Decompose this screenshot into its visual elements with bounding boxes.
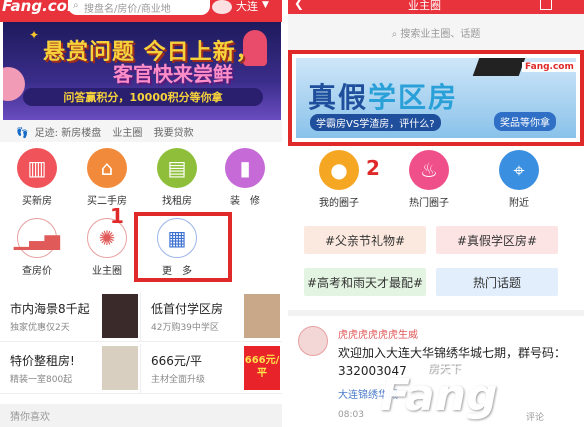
- footprint-link[interactable]: 业主圈: [112, 128, 142, 139]
- chart-icon: ▁▃▅: [14, 218, 60, 258]
- graduation-cap-icon: [472, 58, 526, 76]
- house-icon: ⌂: [87, 148, 127, 188]
- headline-part-a: 真假: [308, 81, 369, 114]
- tile-image: [102, 346, 138, 390]
- chevron-down-icon[interactable]: ▼: [262, 0, 269, 10]
- brand-logo: Fang.com: [522, 62, 576, 72]
- price-badge: 666元/平: [244, 346, 280, 390]
- category-label: 附近: [509, 198, 529, 209]
- grid-label: 查房价: [22, 266, 52, 277]
- tile-image: [102, 294, 138, 338]
- post-username[interactable]: 虎虎虎虎虎虎生威: [338, 326, 418, 341]
- flame-icon: ♨: [409, 150, 449, 190]
- grid-item-buy-used[interactable]: ⌂ 买二手房: [74, 148, 140, 207]
- section-header: 猜你喜欢: [0, 404, 282, 427]
- tile-title: 666元/平: [151, 354, 202, 368]
- grid-label: 买二手房: [87, 196, 127, 207]
- search-bar: ⌕ 搜索业主圈、话题: [288, 14, 584, 50]
- footprint-link[interactable]: 新房楼盘: [61, 128, 101, 139]
- grid-item-rent[interactable]: ▤ 找租房: [144, 148, 210, 207]
- back-arrow-icon[interactable]: ❮: [294, 0, 304, 10]
- search-input[interactable]: ⌕ 搜索业主圈、话题: [288, 22, 584, 42]
- category-label: 我的圈子: [319, 198, 359, 209]
- tile-title: 市内海景8千起: [10, 302, 90, 316]
- post-time: 08:03: [338, 410, 364, 420]
- banner-line-2: 客官快来尝鲜: [113, 62, 233, 86]
- topic-tag[interactable]: 热门话题: [436, 268, 558, 296]
- promo-banner[interactable]: ✦ ✦ 悬赏问题 今日上新， 客官快来尝鲜 问答赢积分，10000积分等你拿: [3, 22, 281, 120]
- feature-grid: ▥ 买新房 ⌂ 买二手房 ▤ 找租房 ▮ 装 修 ▁▃▅ 查房价 ✺ 业主圈 ▦…: [0, 142, 282, 288]
- paint-roller-icon: ▮: [225, 148, 265, 188]
- banner-button[interactable]: 奖品等你拿: [494, 112, 556, 131]
- watermark: Fang: [380, 370, 498, 421]
- avatar[interactable]: [298, 326, 328, 356]
- edit-icon[interactable]: [540, 0, 552, 10]
- topic-tag[interactable]: #真假学区房#: [436, 226, 558, 254]
- section-title: 猜你喜欢: [10, 412, 50, 423]
- tile-subtitle: 主材全面升级: [151, 375, 206, 385]
- tile-subtitle: 独家优惠仅2天: [10, 323, 70, 333]
- building-icon: ▥: [17, 148, 57, 188]
- footprint-label: 足迹:: [34, 128, 59, 139]
- carousel-dots[interactable]: [424, 132, 451, 138]
- promo-tile[interactable]: 666元/平 主材全面升级 666元/平: [141, 344, 282, 394]
- category-nearby[interactable]: ⌖ 附近: [484, 150, 554, 209]
- search-placeholder: 搜索业主圈、话题: [400, 29, 481, 40]
- topic-tag[interactable]: #高考和雨天才最配#: [304, 268, 426, 296]
- banner-line-3: 问答赢积分，10000积分等你拿: [23, 88, 263, 106]
- left-header: Fang.com ⌕ 搜盘名/房价/商业地 大连 ▼: [0, 0, 282, 22]
- grid-item-price[interactable]: ▁▃▅ 查房价: [4, 218, 70, 277]
- promo-tiles: 市内海景8千起 独家优惠仅2天 低首付学区房 42万购39中学区 特价整租房! …: [0, 292, 282, 402]
- annotation-number: 1: [110, 204, 124, 228]
- city-name[interactable]: 大连: [236, 0, 258, 14]
- right-header: ❮ 业主圈: [288, 0, 584, 14]
- search-placeholder: 搜盘名/房价/商业地: [84, 4, 171, 15]
- search-input[interactable]: ⌕ 搜盘名/房价/商业地: [68, 0, 210, 15]
- topic-tag[interactable]: #父亲节礼物#: [304, 226, 426, 254]
- person-icon: ●: [319, 150, 359, 190]
- tile-subtitle: 精装一室800起: [10, 375, 73, 385]
- footprint-bar: 👣 足迹: 新房楼盘 业主圈 我要贷款: [0, 120, 282, 142]
- footprint-link[interactable]: 我要贷款: [154, 128, 194, 139]
- tile-title: 特价整租房!: [10, 354, 75, 368]
- briefcase-icon: ▤: [157, 148, 197, 188]
- grid-label: 买新房: [22, 196, 52, 207]
- topic-banner-highlight[interactable]: Fang.com 真假学区房 学霸房VS学渣房，评什么? 奖品等你拿: [288, 50, 584, 146]
- headline-part-b: 学区房: [368, 81, 459, 114]
- star-icon: ✦: [29, 28, 40, 42]
- grid-label: 找租房: [162, 196, 192, 207]
- category-label: 热门圈子: [409, 198, 449, 209]
- city-icon[interactable]: [212, 0, 232, 14]
- tile-title: 低首付学区房: [151, 302, 224, 316]
- tile-image: [244, 294, 280, 338]
- grid-item-buy-new[interactable]: ▥ 买新房: [4, 148, 70, 207]
- left-phone-screen: Fang.com ⌕ 搜盘名/房价/商业地 大连 ▼ ✦ ✦ 悬赏问题 今日上新…: [0, 0, 282, 427]
- grid-item-owner-circle[interactable]: ✺ 业主圈: [74, 218, 140, 277]
- footprint-icon: 👣: [16, 128, 29, 139]
- grid-label: 装 修: [230, 196, 260, 207]
- promo-tile[interactable]: 特价整租房! 精装一室800起: [0, 344, 141, 394]
- grid-label: 业主圈: [92, 266, 122, 277]
- topic-banner[interactable]: Fang.com 真假学区房 学霸房VS学渣房，评什么? 奖品等你拿: [296, 58, 576, 138]
- promo-tile[interactable]: 低首付学区房 42万购39中学区: [141, 292, 282, 342]
- circle-categories: ● 我的圈子 ♨ 热门圈子 ⌖ 附近 2: [288, 150, 584, 218]
- search-icon: ⌕: [73, 0, 79, 11]
- category-hot-circles[interactable]: ♨ 热门圈子: [394, 150, 464, 209]
- promo-tile[interactable]: 市内海景8千起 独家优惠仅2天: [0, 292, 141, 342]
- page-title: 业主圈: [408, 0, 441, 12]
- tile-subtitle: 42万购39中学区: [151, 323, 219, 333]
- planet-icon: [3, 67, 25, 101]
- banner-subtitle: 学霸房VS学渣房，评什么?: [310, 114, 441, 131]
- banner-headline: 真假学区房: [308, 76, 458, 116]
- highlight-box: [134, 212, 232, 282]
- annotation-number: 2: [366, 156, 380, 180]
- location-pin-icon: ⌖: [499, 150, 539, 190]
- comment-button[interactable]: 评论: [526, 410, 544, 423]
- grid-item-decorate[interactable]: ▮ 装 修: [212, 148, 278, 207]
- topic-tags: #父亲节礼物# #真假学区房# #高考和雨天才最配# 热门话题: [288, 226, 584, 302]
- category-my-circles[interactable]: ● 我的圈子: [304, 150, 374, 209]
